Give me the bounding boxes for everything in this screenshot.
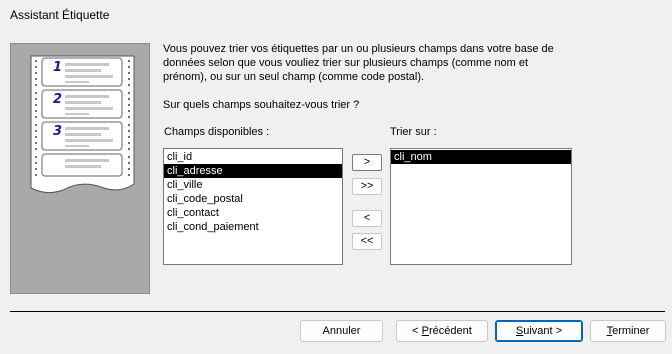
list-item[interactable]: cli_adresse [164,164,342,178]
previous-prefix: < [412,325,422,337]
list-item[interactable]: cli_nom [391,150,571,164]
footer-divider [10,311,665,312]
instructions-text: Vous pouvez trier vos étiquettes par un … [163,43,554,83]
next-rest: uivant > [523,325,563,337]
next-button[interactable]: Suivant > [495,320,583,342]
list-item[interactable]: cli_code_postal [164,192,342,206]
remove-field-button[interactable]: < [352,210,382,227]
finish-button[interactable]: Terminer [590,320,666,342]
illustration-number-2: 2 [53,92,62,107]
list-item[interactable]: cli_cond_paiement [164,220,342,234]
label-sheet-graphic: 1 2 3 [30,55,135,194]
available-fields-list[interactable]: cli_id cli_adresse cli_ville cli_code_po… [163,148,343,265]
available-fields-label: Champs disponibles : [164,126,270,138]
title-bar: Assistant Étiquette [0,0,672,31]
add-all-fields-button[interactable]: >> [352,178,382,195]
sort-question: Sur quels champs souhaitez-vous trier ? [163,99,360,111]
remove-all-fields-button[interactable]: << [352,233,382,250]
previous-rest: récédent [429,325,472,337]
cancel-button[interactable]: Annuler [300,320,383,342]
label-illustration: 1 2 3 [10,43,150,294]
add-field-button[interactable]: > [352,154,382,171]
finish-rest: erminer [612,325,650,337]
sort-fields-list[interactable]: cli_nom [390,148,572,265]
sort-fields-label: Trier sur : [390,126,437,138]
illustration-number-3: 3 [53,124,62,139]
list-item[interactable]: cli_contact [164,206,342,220]
window-title: Assistant Étiquette [10,8,110,22]
illustration-number-1: 1 [53,60,62,75]
list-item[interactable]: cli_id [164,150,342,164]
previous-button[interactable]: < Précédent [396,320,488,342]
list-item[interactable]: cli_ville [164,178,342,192]
previous-key: P [421,325,429,337]
